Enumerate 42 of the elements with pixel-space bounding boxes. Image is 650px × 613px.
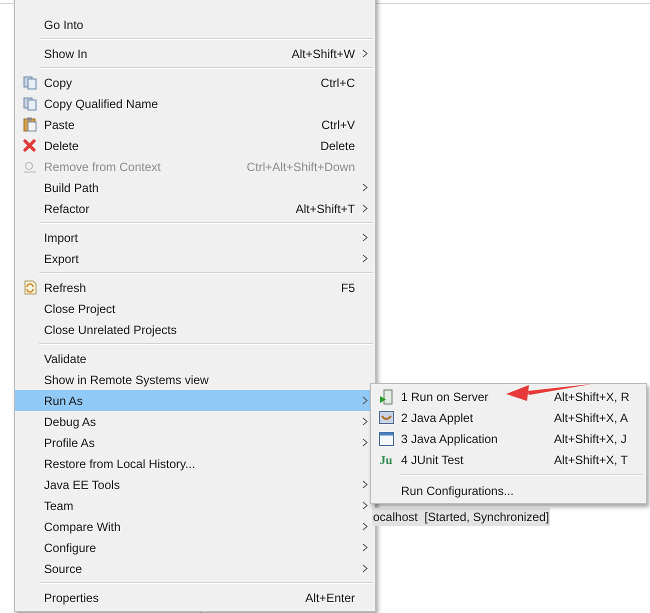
chevron-right-icon [362, 183, 368, 192]
remove-icon [22, 160, 36, 172]
clipboard-icon [22, 117, 36, 132]
menu-item[interactable]: Compare With [15, 516, 375, 537]
chevron-right-icon [362, 438, 368, 447]
menu-item[interactable]: Paste Ctrl+V [15, 114, 375, 135]
menu-item[interactable]: Import [15, 227, 375, 248]
menu-item[interactable]: Build Path [15, 177, 375, 198]
chevron-right-icon [362, 522, 368, 531]
menu-item[interactable]: Configure [15, 537, 375, 558]
copy-icon [22, 96, 36, 110]
menu-item[interactable]: Source [15, 558, 375, 579]
chevron-right-icon [362, 564, 368, 573]
junit-icon: Ju [380, 454, 392, 466]
menu-item[interactable]: Properties Alt+Enter [15, 587, 375, 608]
menu-item[interactable]: Show In Alt+Shift+W [15, 43, 375, 64]
server-icon [379, 388, 393, 404]
menu-item[interactable]: Refactor Alt+Shift+T [15, 198, 375, 219]
delete-icon [23, 139, 36, 152]
menu-item[interactable]: Close Unrelated Projects [15, 319, 375, 340]
menu-item[interactable]: Close Project [15, 298, 375, 319]
menu-item[interactable]: Export [15, 248, 375, 269]
menu-item[interactable]: Delete Delete [15, 135, 375, 156]
copy-icon [22, 76, 36, 90]
chevron-right-icon [362, 254, 368, 263]
chevron-right-icon [362, 49, 368, 58]
chevron-right-icon [362, 417, 368, 426]
chevron-right-icon [362, 396, 368, 405]
chevron-right-icon [362, 204, 368, 213]
chevron-right-icon [362, 543, 368, 552]
refresh-icon [22, 280, 36, 295]
menu-item[interactable]: Go Into [15, 14, 375, 35]
menu-item[interactable]: Copy Ctrl+C [15, 72, 375, 93]
menu-item[interactable]: Copy Qualified Name [15, 93, 375, 114]
menu-item[interactable]: Refresh F5 [15, 277, 375, 298]
server-status: ocalhost [Started, Synchronized] [372, 508, 550, 526]
chevron-right-icon [362, 233, 368, 242]
window-icon [378, 432, 394, 446]
chevron-right-icon [362, 501, 368, 510]
menu-item[interactable]: Validate [15, 348, 375, 369]
applet-icon [378, 411, 394, 424]
chevron-right-icon [362, 480, 368, 489]
